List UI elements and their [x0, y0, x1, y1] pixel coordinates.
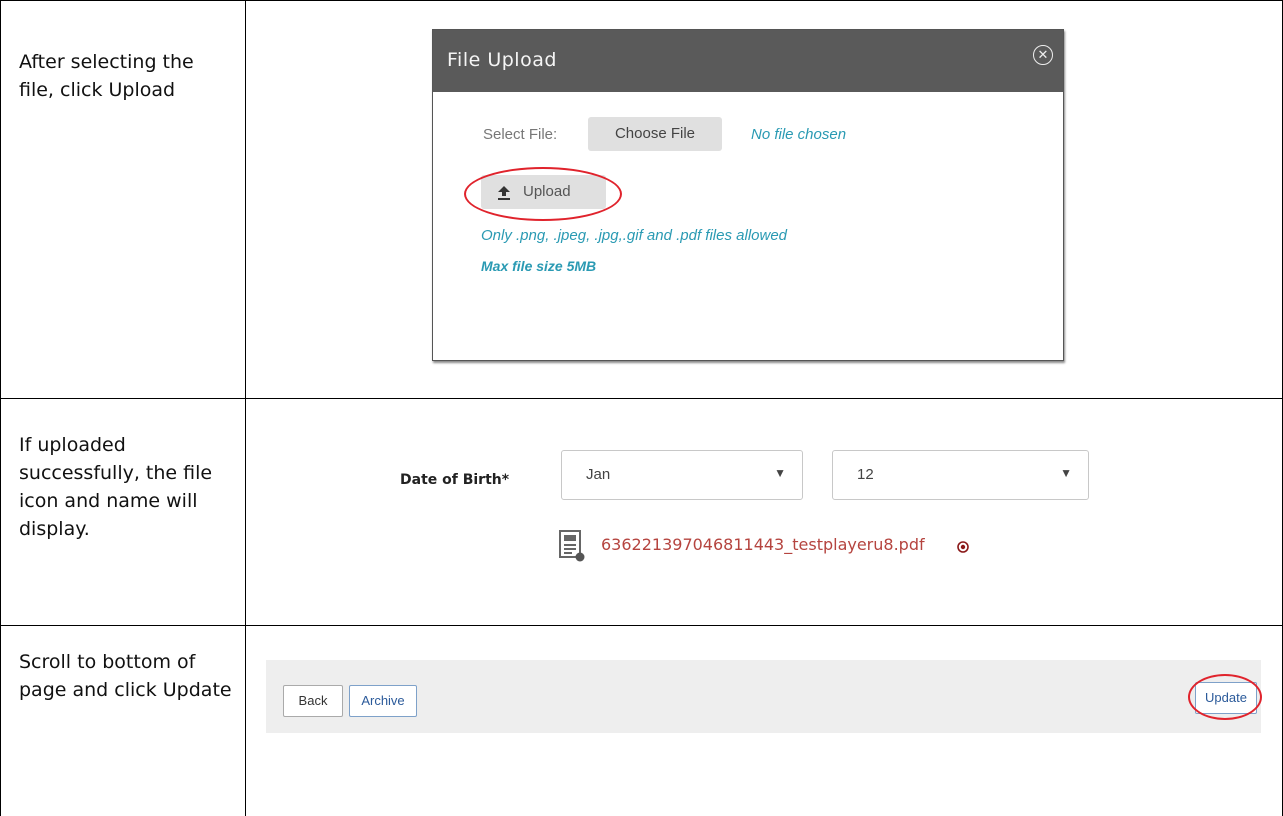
- highlight-oval-upload: [464, 167, 622, 221]
- remove-file-icon[interactable]: [957, 540, 969, 553]
- dob-month-value: Jan: [586, 466, 611, 483]
- no-file-chosen-text: No file chosen: [751, 126, 847, 143]
- dialog-title: File Upload: [447, 49, 557, 71]
- dropdown-caret-icon: ▼: [1060, 466, 1072, 480]
- step-1-text: After selecting the file, click Upload: [19, 51, 194, 101]
- archive-button[interactable]: Archive: [349, 685, 417, 717]
- dob-day-select[interactable]: 12 ▼: [832, 450, 1089, 500]
- table-row-divider-1: [0, 398, 1283, 399]
- instruction-table: After selecting the file, click Upload I…: [0, 0, 1283, 816]
- table-border-left: [0, 0, 1, 816]
- file-upload-dialog: File Upload ✕ Select File: Choose File N…: [432, 29, 1064, 361]
- max-file-size-text: Max file size 5MB: [481, 258, 597, 274]
- dob-day-value: 12: [857, 466, 874, 483]
- dob-month-select[interactable]: Jan ▼: [561, 450, 803, 500]
- table-column-divider: [245, 0, 246, 816]
- uploaded-file-name-link[interactable]: 636221397046811443_testplayeru8.pdf: [601, 535, 925, 554]
- back-button[interactable]: Back: [283, 685, 343, 717]
- date-of-birth-label: Date of Birth*: [400, 472, 510, 488]
- pdf-file-icon[interactable]: [559, 530, 585, 562]
- choose-file-button[interactable]: Choose File: [588, 117, 722, 151]
- dropdown-caret-icon: ▼: [774, 466, 786, 480]
- close-circle-icon[interactable]: ✕: [1033, 45, 1053, 65]
- form-footer-bar: Back Archive Update: [266, 660, 1262, 733]
- dialog-header: File Upload ✕: [433, 30, 1063, 92]
- step-2-text: If uploaded successfully, the file icon …: [19, 434, 213, 540]
- table-row-divider-2: [0, 625, 1283, 626]
- highlight-oval-update: [1188, 674, 1262, 720]
- allowed-file-types-text: Only .png, .jpeg, .jpg,.gif and .pdf fil…: [481, 227, 788, 244]
- table-border-top: [0, 0, 1283, 1]
- select-file-label: Select File:: [483, 126, 558, 143]
- step-3-text: Scroll to bottom of page and click Updat…: [19, 651, 232, 701]
